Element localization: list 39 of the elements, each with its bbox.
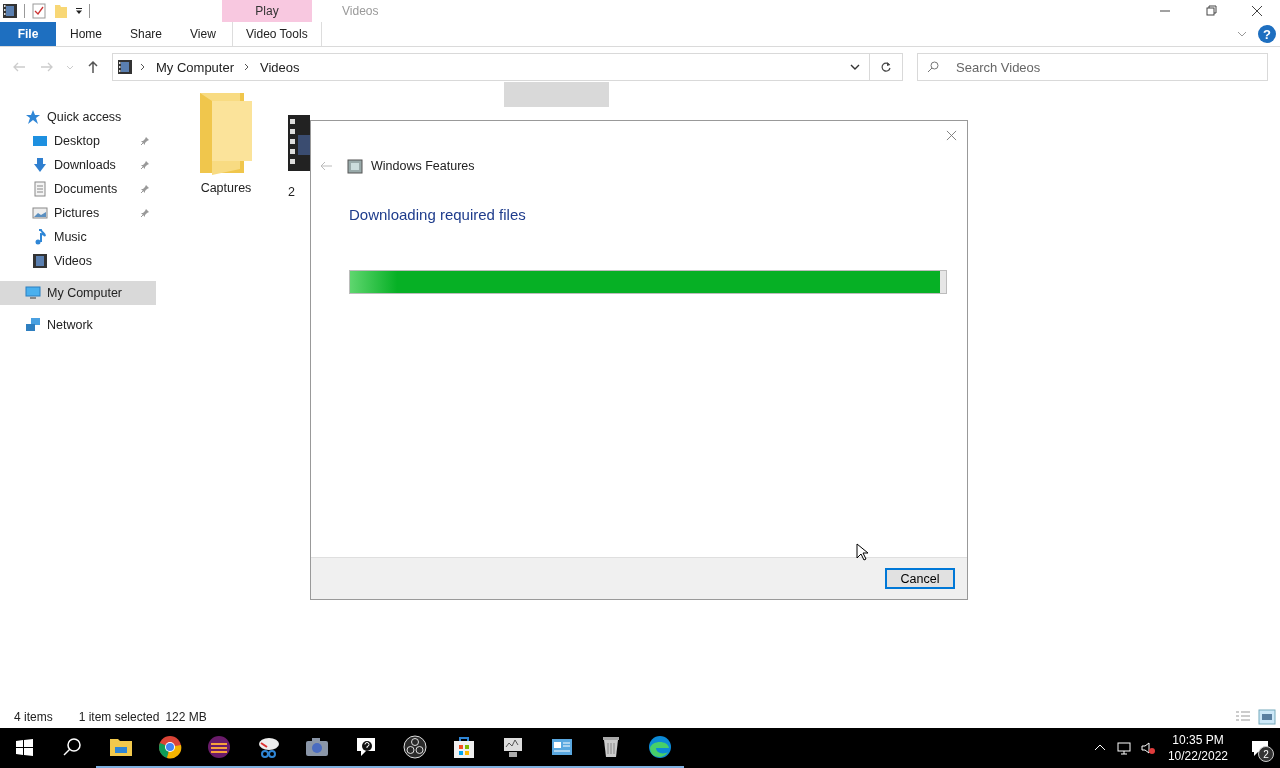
help-button[interactable]: ?	[1258, 25, 1276, 43]
sidebar-item[interactable]: Downloads	[0, 153, 156, 177]
sidebar-label: Pictures	[54, 206, 100, 220]
sidebar-item[interactable]: Desktop	[0, 129, 156, 153]
sidebar-item[interactable]: Quick access	[0, 105, 156, 129]
file-name: 2	[288, 185, 295, 199]
search-field[interactable]: Search Videos	[917, 53, 1268, 81]
sidebar-item[interactable]: Documents	[0, 177, 156, 201]
ribbon-tab[interactable]: View	[176, 22, 230, 46]
item-count: 4 items	[14, 710, 53, 724]
sidebar-label: Videos	[54, 254, 92, 268]
sidebar-label: Desktop	[54, 134, 100, 148]
sidebar-item[interactable]: My Computer	[0, 281, 156, 305]
notification-center-button[interactable]: 2	[1240, 728, 1280, 768]
sidebar-label: Documents	[54, 182, 118, 196]
sidebar-item[interactable]: Music	[0, 225, 156, 249]
selection-info: 1 item selected	[78, 710, 160, 724]
selection-size: 122 MB	[165, 710, 207, 724]
ribbon-tab[interactable]: Share	[116, 22, 177, 46]
sidebar-label: Downloads	[54, 158, 116, 172]
dialog-heading: Downloading required files	[349, 206, 527, 223]
sidebar-item[interactable]: Pictures	[0, 201, 156, 225]
sidebar-label: Quick access	[47, 110, 122, 124]
sidebar-label: My Computer	[47, 286, 123, 300]
clock[interactable]: 10:35 PM 10/22/2022	[1167, 732, 1228, 764]
sidebar-item[interactable]: Network	[0, 313, 156, 337]
window-title: Videos	[342, 4, 379, 18]
file-tab[interactable]: File	[0, 22, 56, 46]
dialog-title: Windows Features	[371, 159, 475, 173]
file-name: Captures	[200, 181, 252, 195]
address-bar[interactable]: My Computer Videos	[112, 53, 870, 81]
sidebar-label: Music	[54, 230, 87, 244]
breadcrumb[interactable]: Videos	[257, 59, 303, 75]
breadcrumb[interactable]: My Computer	[153, 59, 238, 75]
cancel-button[interactable]: Cancel	[885, 568, 955, 589]
ribbon-tab[interactable]: Home	[56, 22, 116, 46]
context-tab-header: Play	[255, 4, 279, 18]
sidebar-label: Network	[47, 318, 93, 332]
sidebar-item[interactable]: Videos	[0, 249, 156, 273]
